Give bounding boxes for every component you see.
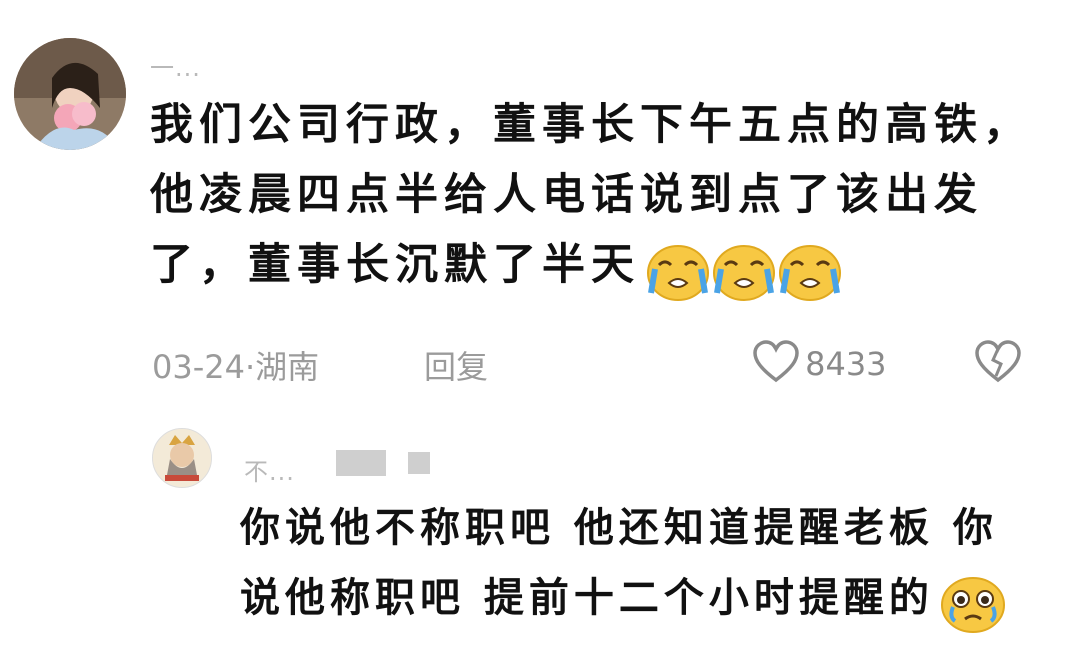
avatar-photo <box>14 38 126 150</box>
comment-line-2: 他凌晨四点半给人电话说到点了该出发 <box>150 170 983 220</box>
reply-line-1: 你说他不称职吧 他还知道提醒老板 你 <box>240 505 998 551</box>
like-count: 8433 <box>805 345 887 383</box>
username-redaction <box>408 452 430 474</box>
comment-line-1: 我们公司行政，董事长下午五点的高铁， <box>150 100 1032 150</box>
meta-separator: · <box>244 348 256 386</box>
avatar-illustration <box>153 429 211 487</box>
comment-location: 湖南 <box>255 348 320 386</box>
commenter-username[interactable]: 一... <box>150 48 201 83</box>
comment-line-3-row: 了，董事长沉默了半天 <box>150 236 1032 307</box>
comment-date: 03-24 <box>152 348 245 386</box>
broken-heart-icon <box>974 340 1022 388</box>
like-button[interactable]: 8433 <box>752 340 887 388</box>
crying-face-icon <box>711 243 777 307</box>
replier-username[interactable]: 不... <box>244 452 295 487</box>
teary-face-icon <box>939 575 1007 639</box>
username-redaction <box>336 450 386 476</box>
comment-meta: 03-24·湖南 <box>152 342 319 388</box>
reply-body: 你说他不称职吧 他还知道提醒老板 你 说他称职吧 提前十二个小时提醒的 <box>240 500 1007 639</box>
dislike-button[interactable] <box>974 340 1022 388</box>
reply-button[interactable]: 回复 <box>424 342 488 388</box>
crying-face-icon <box>777 243 843 307</box>
replier-avatar[interactable] <box>152 428 212 488</box>
heart-icon <box>752 340 800 388</box>
crying-face-icon <box>645 243 711 307</box>
reply-line-2-row: 说他称职吧 提前十二个小时提醒的 <box>240 570 1007 639</box>
comment-line-3: 了，董事长沉默了半天 <box>150 240 640 290</box>
reply-line-2: 说他称职吧 提前十二个小时提醒的 <box>240 575 934 621</box>
comment-body: 我们公司行政，董事长下午五点的高铁， 他凌晨四点半给人电话说到点了该出发 了，董… <box>150 96 1032 307</box>
commenter-avatar[interactable] <box>14 38 126 150</box>
